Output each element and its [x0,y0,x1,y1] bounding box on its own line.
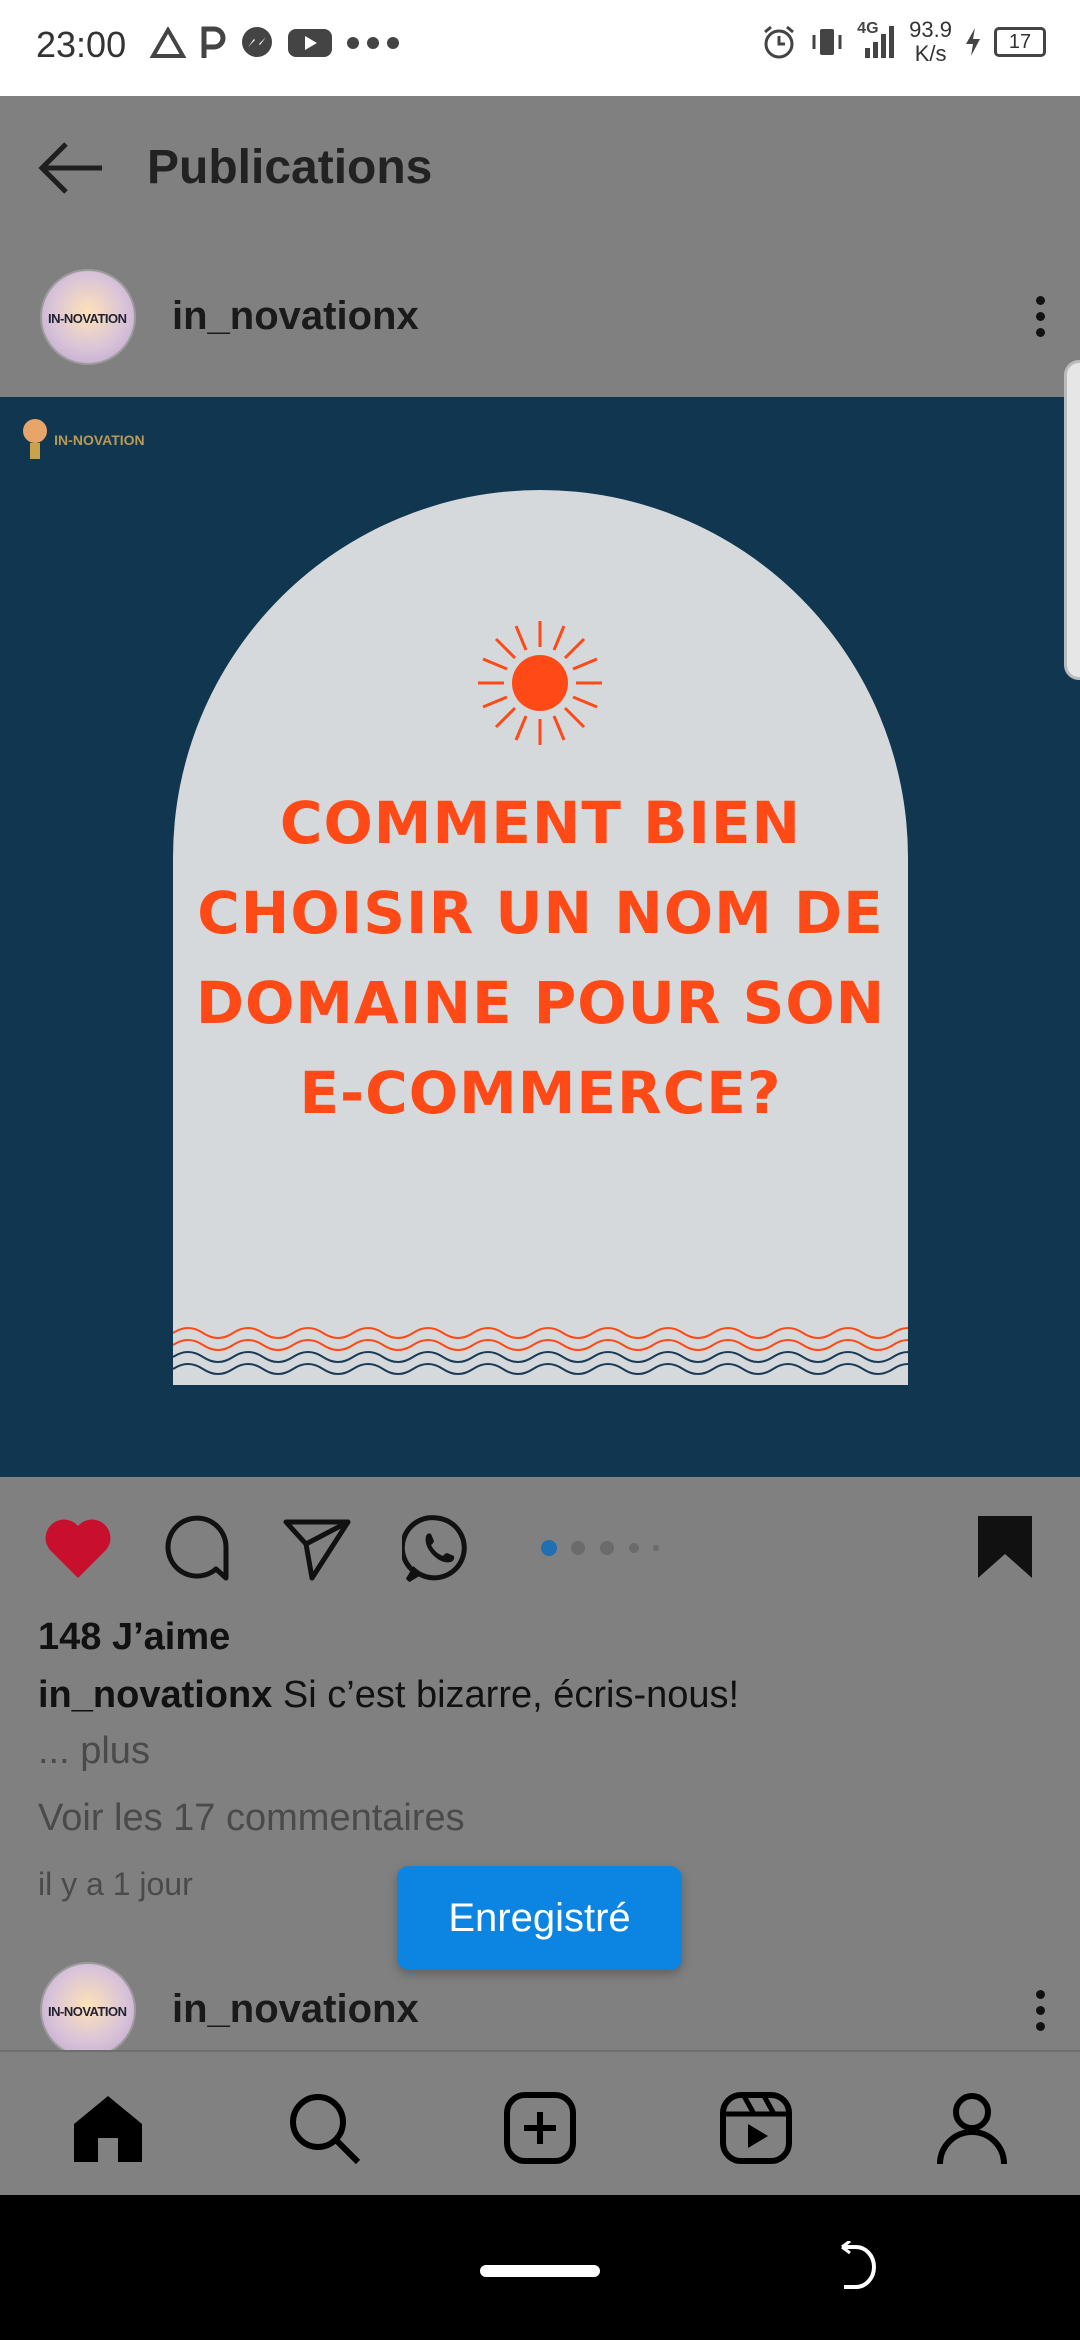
bookmark-saved-icon[interactable] [976,1514,1034,1580]
speed-unit: K/s [914,41,947,66]
headline-line: E-COMMERCE? [299,1059,782,1127]
brand-logo: IN-NOVATION [20,415,145,467]
more-options-icon[interactable] [1036,1990,1046,2038]
status-time: 23:00 [36,24,127,65]
headline-line: COMMENT BIEN [279,789,802,857]
post-actions [0,1512,1080,1588]
back-gesture-icon[interactable] [838,2241,884,2293]
post-timestamp: il y a 1 jour [38,1866,193,1902]
battery-icon: 17 [994,27,1046,57]
drive-icon [150,27,186,58]
messenger-icon [242,27,272,57]
post-image[interactable]: IN-NOVATION COMMENT BIEN CHOISIR UN NOM … [0,397,1080,1477]
profile-icon[interactable] [934,2090,1010,2166]
headline-text: COMMENT BIEN CHOISIR UN NOM DE DOMAINE P… [173,778,908,1138]
like-heart-icon[interactable] [42,1516,114,1580]
sun-icon [478,621,602,745]
more-dots-icon [347,37,399,49]
avatar[interactable]: IN-NOVATION [40,1962,136,2058]
logo-text: IN-NOVATION [54,431,145,448]
reels-icon[interactable] [718,2090,794,2166]
status-bar: 23:00 4G 93.9 K/s 17 [0,0,1080,96]
share-send-icon[interactable] [282,1514,352,1584]
home-icon[interactable] [70,2090,146,2166]
alarm-icon [764,25,795,59]
post-caption: in_novationx Si c’est bizarre, écris-nou… [38,1674,739,1717]
parking-icon [201,26,226,58]
headline-line: DOMAINE POUR SON [195,969,886,1037]
youtube-icon [288,29,332,57]
headline-card: COMMENT BIEN CHOISIR UN NOM DE DOMAINE P… [173,490,908,1385]
post-username[interactable]: in_novationx [172,1987,419,2032]
more-link[interactable]: ... plus [38,1730,150,1773]
arrow-left-icon[interactable] [36,140,106,196]
system-navigation-bar [0,2195,1080,2340]
caption-username[interactable]: in_novationx [38,1674,272,1716]
scroll-handle[interactable] [1064,360,1080,680]
caption-text: Si c’est bizarre, écris-nous! [272,1674,740,1716]
bottom-navigation [0,2050,1080,2197]
avatar-text: IN-NOVATION [48,2004,127,2019]
vibrate-icon [812,29,842,55]
battery-level: 17 [1008,31,1032,53]
search-icon[interactable] [286,2090,362,2166]
home-gesture-pill[interactable] [480,2265,600,2277]
likes-count[interactable]: 148 J’aime [38,1616,230,1659]
page-title: Publications [147,141,433,194]
headline-line: CHOISIR UN NOM DE [197,879,884,947]
notification-icons [150,26,400,60]
comment-icon[interactable] [162,1514,232,1584]
avatar[interactable]: IN-NOVATION [40,269,136,365]
post-username[interactable]: in_novationx [172,294,419,339]
charging-icon [966,28,980,56]
signal-icon: 4G [857,20,897,60]
add-post-icon[interactable] [502,2090,578,2166]
saved-toast: Enregistré [397,1866,682,1970]
system-indicators: 4G 93.9 K/s 17 [761,18,1046,66]
avatar-text: IN-NOVATION [48,311,127,326]
wave-pattern [173,1327,908,1375]
whatsapp-icon[interactable] [402,1514,472,1584]
view-comments-link[interactable]: Voir les 17 commentaires [38,1797,465,1840]
network-speed: 93.9 K/s [909,18,952,66]
speed-value: 93.9 [909,17,952,42]
more-options-icon[interactable] [1036,296,1046,344]
carousel-dots [541,1540,659,1556]
